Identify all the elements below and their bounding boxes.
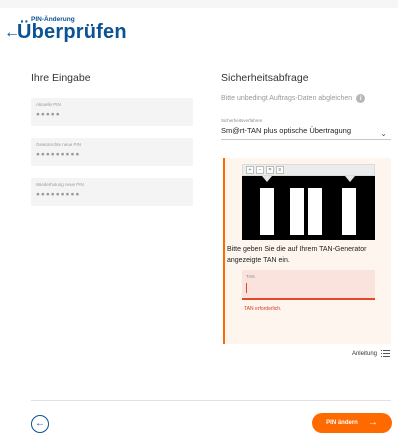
section-title-security: Sicherheitsabfrage xyxy=(221,72,309,84)
repeat-pin-field: Wiederholung neue PIN ●●●●●●●●● xyxy=(31,178,193,206)
input-summary: Ihre Eingabe Aktuelle PIN ●●●●● Gewünsch… xyxy=(31,72,193,218)
instructions-link[interactable]: Anleitung xyxy=(352,350,390,357)
select-value: Sm@rt-TAN plus optische Übertragung xyxy=(221,126,352,135)
zoom-in-icon[interactable]: + xyxy=(246,166,254,174)
field-label: Wiederholung neue PIN xyxy=(36,182,84,187)
marker-right-icon xyxy=(345,176,355,182)
field-value: ●●●●●●●●● xyxy=(36,151,81,158)
tan-field[interactable]: TAN xyxy=(242,270,375,300)
footer-divider xyxy=(31,400,391,401)
current-pin-field: Aktuelle PIN ●●●●● xyxy=(31,98,193,126)
flicker-bar xyxy=(308,188,322,235)
field-value: ●●●●● xyxy=(36,111,61,118)
tan-panel: + − = ≡ Bitte geben Sie die auf Ihrem TA… xyxy=(223,158,391,344)
flicker-screen xyxy=(242,176,375,240)
list-icon xyxy=(381,350,390,357)
top-divider xyxy=(0,0,398,8)
flicker-bar xyxy=(290,188,304,235)
hint-text: Bitte unbedingt Auftrags-Daten abgleiche… xyxy=(221,95,353,102)
flicker-bar xyxy=(260,188,274,235)
page-title: Überprüfen xyxy=(17,21,127,43)
flicker-bar xyxy=(342,188,356,235)
change-pin-button[interactable]: PIN ändern → xyxy=(312,413,392,433)
arrow-right-icon: → xyxy=(367,417,378,428)
security-method-select[interactable]: Sicherheitsverfahren Sm@rt-TAN plus opti… xyxy=(221,118,391,140)
tan-error-message: TAN erforderlich. xyxy=(244,306,282,312)
menu-icon[interactable]: ≡ xyxy=(276,166,284,174)
new-pin-field: Gewünschte neue PIN ●●●●●●●●● xyxy=(31,138,193,166)
instructions-label: Anleitung xyxy=(351,350,377,357)
info-icon[interactable]: i xyxy=(356,94,366,103)
section-title-input: Ihre Eingabe xyxy=(31,72,91,84)
field-label: Gewünschte neue PIN xyxy=(36,142,82,147)
flicker-toolbar: + − = ≡ xyxy=(242,164,375,176)
security-check: Sicherheitsabfrage Bitte unbedingt Auftr… xyxy=(221,72,391,344)
field-label: Aktuelle PIN xyxy=(36,102,61,107)
arrow-left-icon: ← xyxy=(35,418,45,429)
change-pin-label: PIN ändern xyxy=(326,420,358,426)
zoom-out-icon[interactable]: − xyxy=(256,166,264,174)
compare-hint: Bitte unbedingt Auftrags-Daten abgleiche… xyxy=(221,94,391,103)
back-button[interactable]: ← xyxy=(31,415,49,433)
tan-instruction: Bitte geben Sie die auf Ihrem TAN-Genera… xyxy=(227,246,367,264)
marker-left-icon xyxy=(262,176,272,182)
field-value: ●●●●●●●●● xyxy=(36,191,81,198)
chevron-down-icon[interactable]: ⌄ xyxy=(380,129,387,138)
speed-icon[interactable]: = xyxy=(266,166,274,174)
flicker-code-widget: + − = ≡ xyxy=(242,164,375,240)
tan-label: TAN xyxy=(246,274,255,279)
select-label: Sicherheitsverfahren xyxy=(221,118,263,123)
tan-input[interactable] xyxy=(246,283,371,293)
